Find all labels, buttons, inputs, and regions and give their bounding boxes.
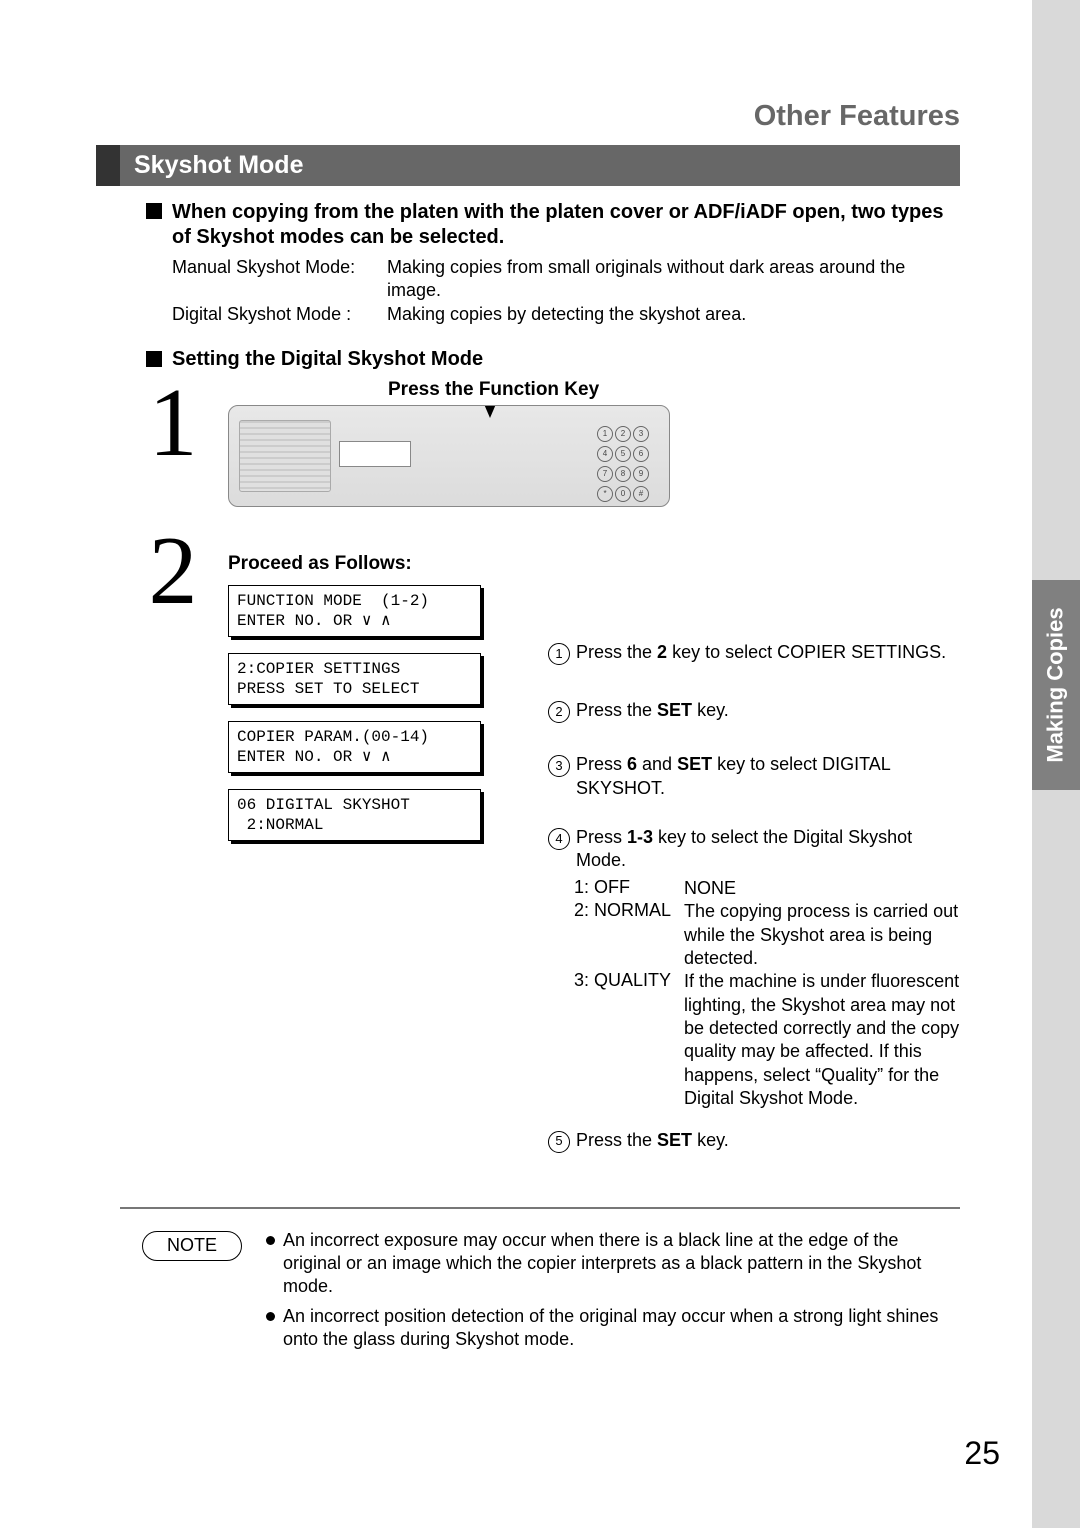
- arrow-down-icon: [484, 405, 496, 418]
- mode-line-manual: Manual Skyshot Mode: Making copies from …: [172, 256, 960, 303]
- page-number: 25: [964, 1435, 1000, 1472]
- bullet-icon: [266, 1312, 275, 1321]
- step1-label: Press the Function Key: [388, 379, 960, 401]
- control-panel-illustration: 123 456 789 *0#: [228, 405, 670, 507]
- circled-4-icon: 4: [548, 828, 570, 850]
- instruction-5: 5 Press the SET key.: [548, 1129, 960, 1153]
- step-2: 2 Proceed as Follows: FUNCTION MODE (1-2…: [120, 527, 960, 1166]
- step2-title: Proceed as Follows:: [228, 553, 960, 575]
- circled-1-icon: 1: [548, 643, 570, 665]
- lcd-display: 2:COPIER SETTINGS PRESS SET TO SELECT: [228, 653, 481, 705]
- note-item: An incorrect exposure may occur when the…: [266, 1229, 960, 1299]
- instruction-3: 3 Press 6 and SET key to select DIGITAL …: [548, 753, 960, 800]
- sub-heading: Setting the Digital Skyshot Mode: [172, 348, 483, 371]
- note-item: An incorrect position detection of the o…: [266, 1305, 960, 1352]
- lcd-display: FUNCTION MODE (1-2) ENTER NO. OR ∨ ∧: [228, 585, 481, 637]
- page-title: Other Features: [120, 100, 960, 133]
- note-label: NOTE: [142, 1231, 242, 1261]
- intro-block: When copying from the platen with the pl…: [120, 200, 960, 250]
- separator: [120, 1207, 960, 1209]
- square-bullet-icon: [146, 203, 162, 219]
- instruction-4: 4 Press 1-3 key to select the Digital Sk…: [548, 826, 960, 873]
- section-banner: Skyshot Mode: [120, 145, 960, 186]
- circled-5-icon: 5: [548, 1131, 570, 1153]
- square-bullet-icon: [146, 351, 162, 367]
- step-number-2: 2: [138, 527, 208, 1166]
- step-1: 1 Press the Function Key 123 456 789 *0#: [120, 379, 960, 507]
- side-tab-label: Making Copies: [1043, 607, 1069, 762]
- circled-2-icon: 2: [548, 701, 570, 723]
- circled-3-icon: 3: [548, 755, 570, 777]
- mode-line-digital: Digital Skyshot Mode : Making copies by …: [172, 303, 960, 326]
- keypad-icon: 123 456 789 *0#: [597, 426, 647, 502]
- instruction-2: 2 Press the SET key.: [548, 699, 960, 723]
- step-number-1: 1: [138, 379, 208, 507]
- instruction-1: 1 Press the 2 key to select COPIER SETTI…: [548, 641, 960, 665]
- intro-text: When copying from the platen with the pl…: [172, 200, 960, 250]
- lcd-display: 06 DIGITAL SKYSHOT 2:NORMAL: [228, 789, 481, 841]
- bullet-icon: [266, 1236, 275, 1245]
- side-tab: Making Copies: [1032, 580, 1080, 790]
- options-table: 1: OFFNONE 2: NORMALThe copying process …: [574, 877, 960, 1111]
- note-block: NOTE An incorrect exposure may occur whe…: [120, 1229, 960, 1358]
- lcd-display: COPIER PARAM.(00-14) ENTER NO. OR ∨ ∧: [228, 721, 481, 773]
